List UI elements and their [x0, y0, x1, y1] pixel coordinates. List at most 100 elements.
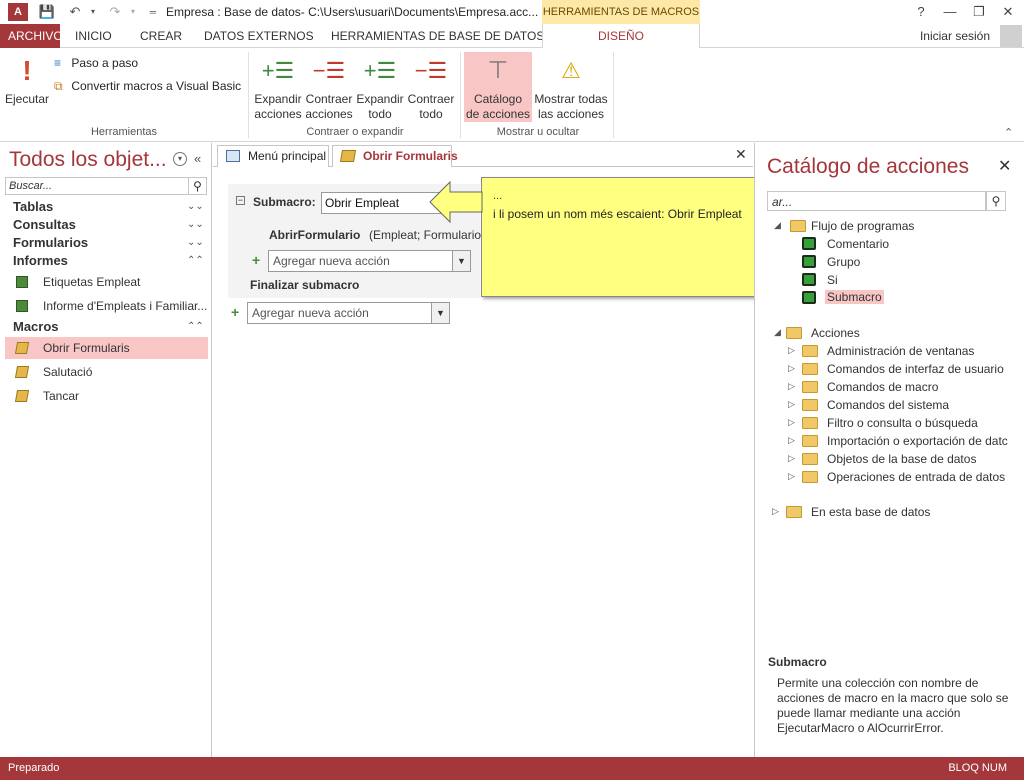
nav-item-label: Tancar [43, 389, 80, 403]
doctab-obrir-formularis[interactable]: Obrir Formularis [332, 145, 458, 167]
tab-herramientas-bd[interactable]: HERRAMIENTAS DE BASE DE DATOS [323, 24, 552, 48]
nav-category-macros[interactable]: Macros [13, 319, 59, 334]
expand-chevron-icon[interactable]: ⌄⌄ [187, 219, 204, 230]
convertir-button[interactable]: ⧉ Convertir macros a Visual Basic [54, 79, 241, 94]
doctab-menu-principal[interactable]: Menú principal [217, 145, 329, 167]
restore-button[interactable]: ❐ [968, 2, 990, 22]
macro-icon [14, 390, 30, 402]
redo-icon[interactable]: ↷ [106, 3, 124, 21]
tree-folder-flujo[interactable]: ◢ Flujo de programas [770, 218, 1010, 234]
tab-datos-externos[interactable]: DATOS EXTERNOS [196, 24, 322, 48]
contraer-todo-button[interactable]: −☰ Contraer todo [406, 54, 456, 122]
nav-category-consultas[interactable]: Consultas [13, 217, 76, 232]
tree-label: Objetos de la base de datos [827, 452, 977, 466]
nav-category-formularios[interactable]: Formularios [13, 235, 88, 250]
nav-pane-title[interactable]: Todos los objet... [9, 148, 167, 172]
close-document-icon[interactable]: ✕ [735, 146, 747, 163]
save-icon[interactable]: 💾 [38, 3, 56, 21]
dropdown-arrow-icon[interactable]: ▼ [431, 303, 449, 323]
tree-folder-action-category[interactable]: ▷ Administración de ventanas [786, 343, 1010, 359]
customize-qat-icon[interactable]: ═ [144, 3, 162, 21]
signin-link[interactable]: Iniciar sesión [920, 29, 990, 43]
nav-item-tancar[interactable]: Tancar [5, 385, 208, 407]
tab-archivo[interactable]: ARCHIVO [0, 24, 63, 48]
nav-collapse-icon[interactable]: « [194, 151, 201, 166]
catalog-search-input[interactable]: ar... [767, 191, 986, 211]
expandir-todo-button[interactable]: +☰ Expandir todo [355, 54, 405, 122]
nav-search-icon[interactable]: ⚲ [188, 177, 207, 195]
nav-category-informes[interactable]: Informes [13, 253, 68, 268]
collapse-all-icon: −☰ [414, 58, 448, 83]
add-action-combo[interactable]: Agregar nueva acción ▼ [268, 250, 471, 272]
add-action-combo[interactable]: Agregar nueva acción ▼ [247, 302, 450, 324]
collapse-submacro-icon[interactable]: − [236, 196, 245, 205]
tree-item-si[interactable]: Si [800, 272, 1000, 288]
window-title: Empresa : Base de datos- C:\Users\usuari… [166, 5, 539, 19]
undo-dropdown-icon[interactable]: ▾ [84, 3, 102, 21]
paso-a-paso-button[interactable]: ≡ Paso a paso [54, 56, 138, 70]
tree-label: En esta base de datos [811, 505, 931, 519]
help-button[interactable]: ? [910, 2, 932, 22]
tree-collapsed-icon: ▷ [788, 399, 795, 409]
close-button[interactable]: ✕ [997, 2, 1019, 22]
collapse-chevron-icon[interactable]: ⌃⌃ [187, 255, 204, 266]
access-logo: A [8, 3, 28, 21]
tree-folder-acciones[interactable]: ◢ Acciones [770, 325, 1010, 341]
expandir-acciones-button[interactable]: +☰ Expandir acciones [252, 54, 304, 122]
tree-folder-action-category[interactable]: ▷ Comandos del sistema [786, 397, 1010, 413]
collapse-chevron-icon[interactable]: ⌃⌃ [187, 321, 204, 332]
catalog-search-icon[interactable]: ⚲ [986, 191, 1006, 211]
close-catalog-icon[interactable]: ✕ [998, 156, 1011, 176]
tree-item-submacro[interactable]: Submacro [800, 290, 1000, 306]
tree-collapsed-icon: ▷ [788, 471, 795, 481]
avatar[interactable] [1000, 25, 1022, 47]
tree-item-grupo[interactable]: Grupo [800, 254, 1000, 270]
tab-inicio[interactable]: INICIO [67, 24, 120, 48]
tree-collapsed-icon: ▷ [788, 345, 795, 355]
tree-collapsed-icon: ▷ [788, 417, 795, 427]
folder-icon [802, 453, 818, 465]
tab-diseno[interactable]: DISEÑO [542, 24, 700, 49]
nav-item-salutacio[interactable]: Salutació [5, 361, 208, 383]
convertir-label: Convertir macros a Visual Basic [71, 79, 242, 93]
tree-item-comentario[interactable]: Comentario [800, 236, 1000, 252]
tree-folder-action-category[interactable]: ▷ Objetos de la base de datos [786, 451, 1010, 467]
minimize-button[interactable]: — [939, 2, 961, 22]
nav-item-etiquetas-empleat[interactable]: Etiquetas Empleat [5, 271, 208, 293]
nav-search-input[interactable]: Buscar... [5, 177, 207, 195]
tree-folder-action-category[interactable]: ▷ Comandos de macro [786, 379, 1010, 395]
tab-crear[interactable]: CREAR [132, 24, 190, 48]
tree-folder-action-category[interactable]: ▷ Operaciones de entrada de datos [786, 469, 1010, 485]
undo-icon[interactable]: ↶ [66, 3, 84, 21]
action-name[interactable]: AbrirFormulario [269, 228, 360, 242]
nav-menu-dropdown-icon[interactable]: ▾ [173, 152, 187, 166]
contraer-group-label: Contraer o expandir [306, 126, 404, 138]
catalogo-label-2: de acciones [465, 107, 531, 121]
ejecutar-button[interactable]: ! Ejecutar [4, 54, 50, 107]
folder-icon [802, 435, 818, 447]
nav-category-tablas[interactable]: Tablas [13, 199, 53, 214]
callout-box [481, 177, 794, 297]
tree-folder-en-esta-bd[interactable]: ▷ En esta base de datos [770, 504, 1010, 520]
catalog-icon: ⊤ [487, 57, 509, 84]
submacro-name-input[interactable]: Obrir Empleat [321, 192, 441, 214]
tree-folder-action-category[interactable]: ▷ Filtro o consulta o búsqueda [786, 415, 1010, 431]
dropdown-arrow-icon[interactable]: ▼ [452, 251, 470, 271]
nav-item-informe-empleats[interactable]: Informe d'Empleats i Familiar... [5, 295, 208, 317]
expandir-acciones-label-2: acciones [254, 107, 302, 121]
expandir-todo-label-2: todo [368, 107, 392, 121]
catalogo-acciones-button[interactable]: ⊤ Catálogo de acciones [464, 52, 532, 122]
expand-chevron-icon[interactable]: ⌄⌄ [187, 201, 204, 212]
tree-folder-action-category[interactable]: ▷ Importación o exportación de datc [786, 433, 1010, 449]
callout-arrow [429, 180, 483, 224]
nav-item-obrir-formularis[interactable]: Obrir Formularis [5, 337, 208, 359]
expandir-todo-label-1: Expandir [356, 92, 404, 106]
expand-chevron-icon[interactable]: ⌄⌄ [187, 237, 204, 248]
contraer-acciones-button[interactable]: −☰ Contraer acciones [304, 54, 354, 122]
run-icon: ! [22, 55, 32, 86]
tree-folder-action-category[interactable]: ▷ Comandos de interfaz de usuario [786, 361, 1010, 377]
mostrar-todas-label-1: Mostrar todas [534, 92, 608, 106]
mostrar-todas-button[interactable]: ⚠ Mostrar todas las acciones [532, 54, 610, 122]
collapse-ribbon-icon[interactable]: ⌃ [1004, 126, 1013, 139]
redo-dropdown-icon[interactable]: ▾ [124, 3, 142, 21]
